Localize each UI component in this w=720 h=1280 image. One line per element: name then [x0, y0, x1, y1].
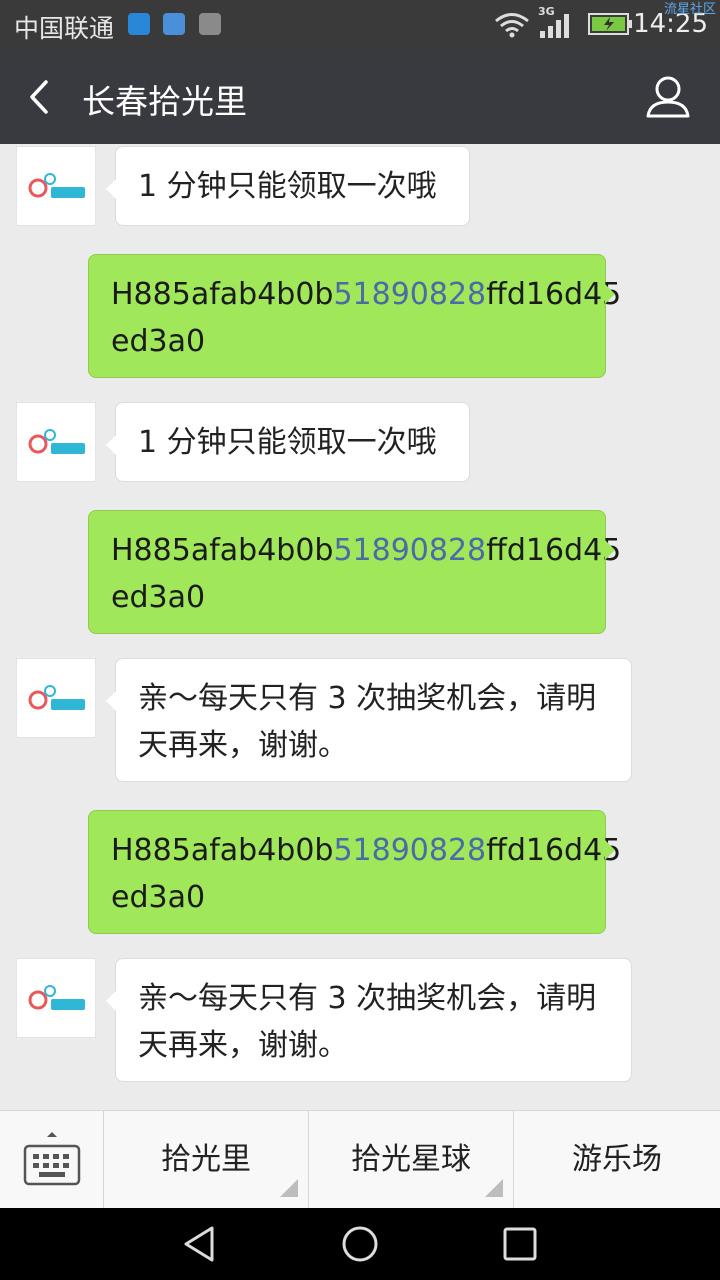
menu-item-label: 游乐场 [572, 1142, 662, 1177]
official-account-avatar[interactable] [16, 658, 96, 738]
account-profile-button[interactable] [644, 72, 692, 122]
message-text-line: ed3a0 [111, 324, 206, 359]
message-bubble[interactable]: H885afab4b0b51890828ffd16d45 ed3a0 [88, 254, 621, 378]
notification-gallery-icon [199, 13, 221, 35]
back-button[interactable] [18, 72, 62, 122]
chevron-left-icon [30, 80, 48, 114]
message-text: ffd16d45 [486, 533, 622, 568]
message-bubble[interactable]: 1 分钟只能领取一次哦 [106, 146, 470, 226]
bottom-menu-bar: 拾光里 拾光星球 游乐场 [0, 1110, 720, 1209]
back-triangle-icon[interactable] [180, 1224, 220, 1264]
message-text-line: 亲～每天只有 3 次抽奖机会，请明 [138, 681, 597, 716]
page-title: 长春拾光里 [82, 82, 247, 121]
menu-item-shiguang-planet[interactable]: 拾光星球 [308, 1111, 513, 1209]
message-text: H885afab4b0b [111, 277, 334, 312]
message-text: H885afab4b0b [111, 533, 334, 568]
phone-number-link[interactable]: 51890828 [333, 833, 486, 868]
menu-item-amusement-park[interactable]: 游乐场 [513, 1111, 720, 1209]
message-text-line: H885afab4b0b51890828ffd16d45 [111, 271, 621, 318]
message-bubble[interactable]: 亲～每天只有 3 次抽奖机会，请明 天再来，谢谢。 [106, 958, 632, 1082]
status-bar: 中国联通 3G 14:25 流星社区 [0, 0, 720, 50]
message-bubble[interactable]: H885afab4b0b51890828ffd16d45 ed3a0 [88, 810, 621, 934]
message-text-line: 亲～每天只有 3 次抽奖机会，请明 [138, 981, 597, 1016]
time-logo-icon [28, 429, 85, 454]
message-text-line: 天再来，谢谢。 [138, 1028, 348, 1063]
submenu-indicator-icon [485, 1179, 503, 1197]
message-text-line: H885afab4b0b51890828ffd16d45 [111, 527, 621, 574]
message-text: ffd16d45 [486, 833, 622, 868]
message-bubble[interactable]: H885afab4b0b51890828ffd16d45 ed3a0 [88, 510, 621, 634]
phone-number-link[interactable]: 51890828 [333, 533, 486, 568]
nav-bar: 长春拾光里 [0, 50, 720, 144]
chat-message-list[interactable]: 1 分钟只能领取一次哦 H885afab4b0b51890828ffd16d45… [0, 144, 720, 1110]
home-circle-icon[interactable] [340, 1224, 380, 1264]
notification-app-icon [128, 13, 150, 35]
menu-item-label: 拾光星球 [351, 1142, 471, 1177]
watermark-text: 流星社区 [663, 2, 716, 17]
person-icon [646, 76, 690, 118]
message-text-line: ed3a0 [111, 580, 206, 615]
message-text: 1 分钟只能领取一次哦 [138, 169, 437, 204]
recent-apps-square-icon[interactable] [500, 1224, 540, 1264]
official-account-avatar[interactable] [16, 958, 96, 1038]
battery-charging-icon [588, 13, 632, 35]
message-text-line: H885afab4b0b51890828ffd16d45 [111, 827, 621, 874]
system-navigation-bar [0, 1208, 720, 1280]
menu-item-label: 拾光里 [161, 1142, 251, 1177]
notification-health-icon [163, 13, 185, 35]
message-text-line: ed3a0 [111, 880, 206, 915]
message-text: ffd16d45 [486, 277, 622, 312]
submenu-indicator-icon [280, 1179, 298, 1197]
message-text: 1 分钟只能领取一次哦 [138, 425, 437, 460]
signal-icon [540, 14, 569, 38]
time-logo-icon [28, 985, 85, 1010]
switch-to-keyboard-button[interactable] [0, 1111, 103, 1209]
message-text-line: 天再来，谢谢。 [138, 728, 348, 763]
phone-number-link[interactable]: 51890828 [333, 277, 486, 312]
wifi-icon [495, 13, 529, 38]
menu-item-shiguangli[interactable]: 拾光里 [103, 1111, 308, 1209]
time-logo-icon [28, 685, 85, 710]
carrier-label: 中国联通 [14, 14, 115, 43]
message-text: H885afab4b0b [111, 833, 334, 868]
time-logo-icon [28, 173, 85, 198]
message-bubble[interactable]: 亲～每天只有 3 次抽奖机会，请明 天再来，谢谢。 [106, 658, 632, 782]
official-account-avatar[interactable] [16, 402, 96, 482]
official-account-avatar[interactable] [16, 146, 96, 226]
message-bubble[interactable]: 1 分钟只能领取一次哦 [106, 402, 470, 482]
keyboard-icon [23, 1132, 81, 1186]
